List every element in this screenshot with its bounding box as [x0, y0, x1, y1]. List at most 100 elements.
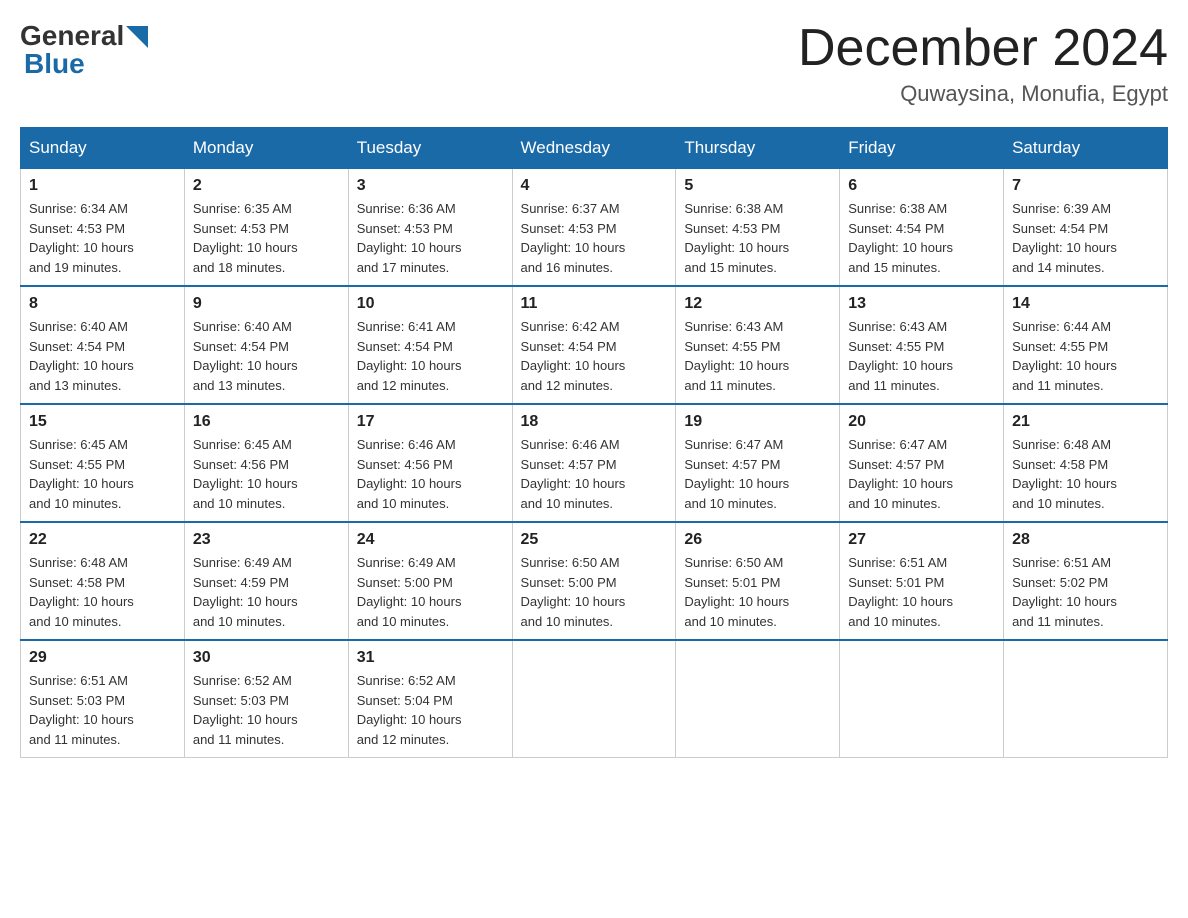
day-number: 13 [848, 295, 995, 313]
day-info: Sunrise: 6:46 AMSunset: 4:57 PMDaylight:… [521, 435, 668, 513]
day-info: Sunrise: 6:52 AMSunset: 5:03 PMDaylight:… [193, 671, 340, 749]
day-number: 10 [357, 295, 504, 313]
calendar-cell: 21Sunrise: 6:48 AMSunset: 4:58 PMDayligh… [1004, 404, 1168, 522]
calendar-cell: 25 Sunrise: 6:50 AMSunset: 5:00 PMDayligh… [512, 522, 676, 640]
day-number: 12 [684, 295, 831, 313]
day-info: Sunrise: 6:43 AMSunset: 4:55 PMDaylight:… [848, 317, 995, 395]
day-number: 23 [193, 531, 340, 549]
day-info: Sunrise: 6:38 AMSunset: 4:53 PMDaylight:… [684, 199, 831, 277]
day-number: 2 [193, 177, 340, 195]
day-info: Sunrise: 6:51 AMSunset: 5:02 PMDaylight:… [1012, 553, 1159, 631]
calendar-cell: 28 Sunrise: 6:51 AMSunset: 5:02 PMDayligh… [1004, 522, 1168, 640]
day-number: 26 [684, 531, 831, 549]
calendar-cell: 2 Sunrise: 6:35 AMSunset: 4:53 PMDaylight… [184, 169, 348, 287]
calendar-cell: 22 Sunrise: 6:48 AMSunset: 4:58 PMDayligh… [21, 522, 185, 640]
day-info: Sunrise: 6:45 AMSunset: 4:55 PMDaylight:… [29, 435, 176, 513]
day-number: 15 [29, 413, 176, 431]
day-number: 4 [521, 177, 668, 195]
weekday-header-friday: Friday [840, 128, 1004, 169]
calendar-header: SundayMondayTuesdayWednesdayThursdayFrid… [21, 128, 1168, 169]
day-info: Sunrise: 6:41 AMSunset: 4:54 PMDaylight:… [357, 317, 504, 395]
day-number: 16 [193, 413, 340, 431]
title-section: December 2024 Quwaysina, Monufia, Egypt [798, 20, 1168, 107]
day-info: Sunrise: 6:47 AMSunset: 4:57 PMDaylight:… [848, 435, 995, 513]
day-info: Sunrise: 6:34 AMSunset: 4:53 PMDaylight:… [29, 199, 176, 277]
weekday-header-row: SundayMondayTuesdayWednesdayThursdayFrid… [21, 128, 1168, 169]
calendar-cell: 15 Sunrise: 6:45 AMSunset: 4:55 PMDayligh… [21, 404, 185, 522]
calendar-cell: 26Sunrise: 6:50 AMSunset: 5:01 PMDayligh… [676, 522, 840, 640]
day-info: Sunrise: 6:49 AMSunset: 5:00 PMDaylight:… [357, 553, 504, 631]
day-info: Sunrise: 6:49 AMSunset: 4:59 PMDaylight:… [193, 553, 340, 631]
calendar-cell: 16 Sunrise: 6:45 AMSunset: 4:56 PMDayligh… [184, 404, 348, 522]
day-info: Sunrise: 6:35 AMSunset: 4:53 PMDaylight:… [193, 199, 340, 277]
calendar-cell: 9 Sunrise: 6:40 AMSunset: 4:54 PMDaylight… [184, 286, 348, 404]
day-number: 14 [1012, 295, 1159, 313]
calendar-week-row: 8Sunrise: 6:40 AMSunset: 4:54 PMDaylight… [21, 286, 1168, 404]
day-info: Sunrise: 6:36 AMSunset: 4:53 PMDaylight:… [357, 199, 504, 277]
day-info: Sunrise: 6:43 AMSunset: 4:55 PMDaylight:… [684, 317, 831, 395]
day-info: Sunrise: 6:40 AMSunset: 4:54 PMDaylight:… [29, 317, 176, 395]
calendar-body: 1 Sunrise: 6:34 AMSunset: 4:53 PMDaylight… [21, 169, 1168, 758]
day-number: 25 [521, 531, 668, 549]
weekday-header-monday: Monday [184, 128, 348, 169]
calendar-cell: 30 Sunrise: 6:52 AMSunset: 5:03 PMDayligh… [184, 640, 348, 758]
calendar-week-row: 1 Sunrise: 6:34 AMSunset: 4:53 PMDaylight… [21, 169, 1168, 287]
calendar-cell: 3 Sunrise: 6:36 AMSunset: 4:53 PMDaylight… [348, 169, 512, 287]
calendar-cell [676, 640, 840, 758]
calendar-cell: 19 Sunrise: 6:47 AMSunset: 4:57 PMDayligh… [676, 404, 840, 522]
day-number: 1 [29, 177, 176, 195]
day-info: Sunrise: 6:50 AMSunset: 5:00 PMDaylight:… [521, 553, 668, 631]
calendar-cell: 13 Sunrise: 6:43 AMSunset: 4:55 PMDayligh… [840, 286, 1004, 404]
calendar-week-row: 29 Sunrise: 6:51 AMSunset: 5:03 PMDayligh… [21, 640, 1168, 758]
weekday-header-thursday: Thursday [676, 128, 840, 169]
calendar-cell: 7Sunrise: 6:39 AMSunset: 4:54 PMDaylight… [1004, 169, 1168, 287]
calendar-cell: 29 Sunrise: 6:51 AMSunset: 5:03 PMDayligh… [21, 640, 185, 758]
logo-blue-text: Blue [24, 48, 85, 80]
month-title: December 2024 [798, 20, 1168, 77]
day-number: 28 [1012, 531, 1159, 549]
day-number: 20 [848, 413, 995, 431]
day-info: Sunrise: 6:44 AMSunset: 4:55 PMDaylight:… [1012, 317, 1159, 395]
day-number: 7 [1012, 177, 1159, 195]
calendar-cell: 31 Sunrise: 6:52 AMSunset: 5:04 PMDayligh… [348, 640, 512, 758]
day-number: 22 [29, 531, 176, 549]
day-number: 5 [684, 177, 831, 195]
day-number: 19 [684, 413, 831, 431]
calendar-cell: 18 Sunrise: 6:46 AMSunset: 4:57 PMDayligh… [512, 404, 676, 522]
day-info: Sunrise: 6:52 AMSunset: 5:04 PMDaylight:… [357, 671, 504, 749]
calendar-cell [1004, 640, 1168, 758]
day-number: 17 [357, 413, 504, 431]
calendar-week-row: 15 Sunrise: 6:45 AMSunset: 4:55 PMDayligh… [21, 404, 1168, 522]
calendar-cell: 14 Sunrise: 6:44 AMSunset: 4:55 PMDayligh… [1004, 286, 1168, 404]
calendar-cell: 4Sunrise: 6:37 AMSunset: 4:53 PMDaylight… [512, 169, 676, 287]
day-number: 11 [521, 295, 668, 313]
day-info: Sunrise: 6:40 AMSunset: 4:54 PMDaylight:… [193, 317, 340, 395]
calendar-cell: 10 Sunrise: 6:41 AMSunset: 4:54 PMDayligh… [348, 286, 512, 404]
day-number: 3 [357, 177, 504, 195]
location-subtitle: Quwaysina, Monufia, Egypt [798, 81, 1168, 107]
day-info: Sunrise: 6:48 AMSunset: 4:58 PMDaylight:… [29, 553, 176, 631]
day-number: 27 [848, 531, 995, 549]
day-number: 29 [29, 649, 176, 667]
day-info: Sunrise: 6:38 AMSunset: 4:54 PMDaylight:… [848, 199, 995, 277]
weekday-header-wednesday: Wednesday [512, 128, 676, 169]
logo-arrow-icon [126, 26, 148, 48]
day-number: 31 [357, 649, 504, 667]
day-info: Sunrise: 6:51 AMSunset: 5:03 PMDaylight:… [29, 671, 176, 749]
calendar-cell: 24Sunrise: 6:49 AMSunset: 5:00 PMDayligh… [348, 522, 512, 640]
page-header: General Blue December 2024 Quwaysina, Mo… [20, 20, 1168, 107]
calendar-cell [512, 640, 676, 758]
calendar-week-row: 22 Sunrise: 6:48 AMSunset: 4:58 PMDayligh… [21, 522, 1168, 640]
day-number: 30 [193, 649, 340, 667]
day-info: Sunrise: 6:47 AMSunset: 4:57 PMDaylight:… [684, 435, 831, 513]
day-number: 9 [193, 295, 340, 313]
day-info: Sunrise: 6:48 AMSunset: 4:58 PMDaylight:… [1012, 435, 1159, 513]
weekday-header-sunday: Sunday [21, 128, 185, 169]
calendar-cell [840, 640, 1004, 758]
calendar-cell: 8Sunrise: 6:40 AMSunset: 4:54 PMDaylight… [21, 286, 185, 404]
day-number: 18 [521, 413, 668, 431]
day-info: Sunrise: 6:46 AMSunset: 4:56 PMDaylight:… [357, 435, 504, 513]
calendar-cell: 17 Sunrise: 6:46 AMSunset: 4:56 PMDayligh… [348, 404, 512, 522]
day-info: Sunrise: 6:45 AMSunset: 4:56 PMDaylight:… [193, 435, 340, 513]
calendar-cell: 27Sunrise: 6:51 AMSunset: 5:01 PMDayligh… [840, 522, 1004, 640]
